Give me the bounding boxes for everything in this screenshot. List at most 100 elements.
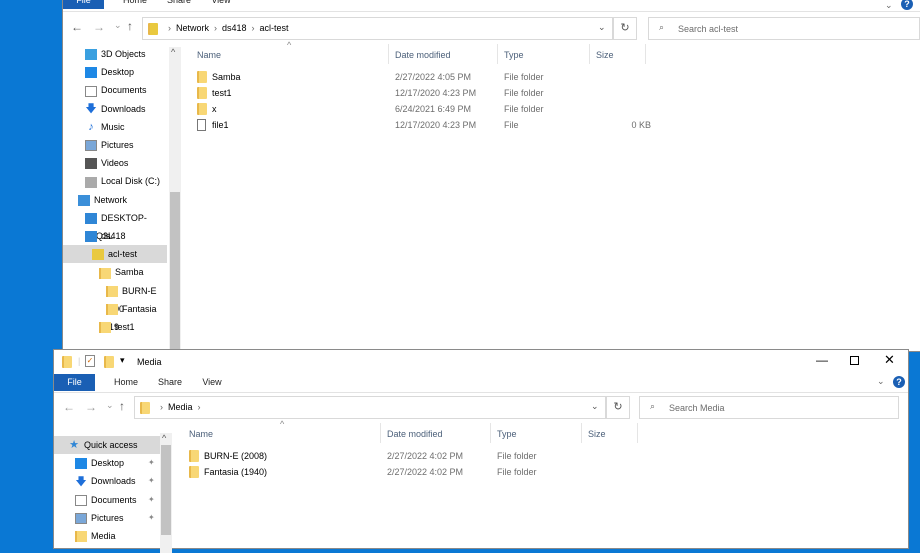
- column-header-size[interactable]: Size: [596, 50, 614, 60]
- address-dropdown-icon[interactable]: ⌄: [598, 22, 606, 33]
- ribbon-tab-view[interactable]: View: [194, 374, 230, 391]
- breadcrumb-separator-icon[interactable]: ›: [214, 23, 217, 33]
- nav-item-documents[interactable]: Documents: [63, 81, 167, 99]
- search-box[interactable]: ⌕ Search acl-test: [648, 17, 920, 40]
- properties-icon[interactable]: ✓: [85, 355, 95, 367]
- back-button[interactable]: ←: [71, 20, 83, 34]
- column-divider[interactable]: [497, 44, 498, 64]
- column-divider[interactable]: [589, 44, 590, 64]
- column-header-date-modified[interactable]: Date modified: [387, 429, 443, 439]
- file-row[interactable]: Samba 2/27/2022 4:05 PM File folder: [192, 69, 652, 85]
- scroll-up-icon[interactable]: ^: [171, 47, 175, 57]
- nav-item-acl-test[interactable]: acl-test: [63, 245, 167, 264]
- file-row[interactable]: file1 12/17/2020 4:23 PM File 0 KB: [192, 117, 652, 133]
- new-folder-icon[interactable]: [104, 356, 114, 368]
- column-header-type[interactable]: Type: [497, 429, 517, 439]
- column-header-size[interactable]: Size: [588, 429, 606, 439]
- refresh-button[interactable]: ↻: [606, 396, 630, 419]
- customize-toolbar-icon[interactable]: ▾: [120, 355, 125, 366]
- nav-item-downloads[interactable]: 🡇 Downloads ✦: [54, 472, 160, 490]
- scroll-thumb[interactable]: [161, 445, 171, 535]
- file-row[interactable]: Fantasia (1940) 2/27/2022 4:02 PM File fol…: [184, 464, 644, 480]
- column-divider[interactable]: [637, 423, 638, 443]
- column-divider[interactable]: [645, 44, 646, 64]
- pin-icon[interactable]: ✦: [148, 472, 155, 490]
- file-type: File folder: [504, 104, 544, 114]
- nav-item-videos[interactable]: Videos: [63, 154, 167, 172]
- file-row[interactable]: x 6/24/2021 6:49 PM File folder: [192, 101, 652, 117]
- nav-item-network[interactable]: Network: [63, 191, 167, 209]
- nav-item-music[interactable]: ♪ Music: [63, 118, 167, 136]
- ribbon-tab-share[interactable]: Share: [160, 0, 198, 9]
- refresh-button[interactable]: ↻: [613, 17, 637, 40]
- recent-dropdown[interactable]: ⌄: [114, 20, 122, 31]
- maximize-button[interactable]: [850, 356, 859, 365]
- nav-item-media[interactable]: Media: [54, 527, 160, 545]
- ribbon-tab-view[interactable]: View: [203, 0, 239, 9]
- ribbon-tab-file[interactable]: File: [63, 0, 104, 9]
- column-header-date-modified[interactable]: Date modified: [395, 50, 451, 60]
- column-header-name[interactable]: Name: [197, 50, 221, 60]
- breadcrumb-item[interactable]: acl-test: [260, 23, 289, 33]
- scroll-up-icon[interactable]: ^: [162, 433, 166, 443]
- nav-item-fantasia-19[interactable]: Fantasia (19: [63, 300, 167, 332]
- minimize-button[interactable]: —: [816, 353, 828, 367]
- help-icon[interactable]: ?: [901, 0, 913, 10]
- recent-dropdown[interactable]: ⌄: [106, 400, 114, 411]
- column-divider[interactable]: [380, 423, 381, 443]
- scroll-thumb[interactable]: [170, 192, 180, 352]
- nav-item-samba[interactable]: Samba: [63, 263, 167, 281]
- breadcrumb-separator-icon[interactable]: ›: [198, 402, 201, 412]
- expand-ribbon-icon[interactable]: ⌄: [877, 376, 885, 387]
- nav-item-3d-objects[interactable]: 3D Objects: [63, 45, 167, 63]
- breadcrumb-separator-icon[interactable]: ›: [252, 23, 255, 33]
- nav-scrollbar[interactable]: ^: [169, 47, 181, 352]
- nav-item-ds418[interactable]: ds418: [63, 227, 167, 245]
- back-button[interactable]: ←: [63, 400, 75, 414]
- breadcrumb-item[interactable]: ds418: [222, 23, 247, 33]
- forward-button[interactable]: →: [93, 20, 105, 34]
- nav-item-quick-access[interactable]: ★ Quick access: [54, 436, 160, 454]
- breadcrumb-item[interactable]: Network: [176, 23, 209, 33]
- ribbon-tab-file[interactable]: File: [54, 374, 95, 391]
- nav-scrollbar[interactable]: ^: [160, 433, 172, 553]
- breadcrumb-separator-icon[interactable]: ›: [160, 402, 163, 412]
- column-header-type[interactable]: Type: [504, 50, 524, 60]
- ribbon-tab-share[interactable]: Share: [151, 374, 189, 391]
- address-dropdown-icon[interactable]: ⌄: [591, 401, 599, 412]
- nav-item-downloads[interactable]: 🡇 Downloads: [63, 100, 167, 118]
- nav-item-test1[interactable]: test1: [63, 318, 167, 336]
- nav-item-desktop-9vq3l[interactable]: DESKTOP-9VQ3L: [63, 209, 167, 241]
- ribbon-tab-home[interactable]: Home: [115, 0, 155, 9]
- file-type: File: [504, 120, 519, 130]
- nav-item-pictures[interactable]: Pictures: [63, 136, 167, 154]
- expand-ribbon-icon[interactable]: ⌄: [885, 0, 893, 11]
- column-header-name[interactable]: Name: [189, 429, 213, 439]
- nav-item-local-disk-c-[interactable]: Local Disk (C:): [63, 172, 167, 190]
- nav-item-label: Downloads: [101, 103, 146, 114]
- up-button[interactable]: ↑: [119, 399, 125, 413]
- nav-item-documents[interactable]: Documents ✦: [54, 491, 160, 509]
- ribbon-tab-home[interactable]: Home: [106, 374, 146, 391]
- breadcrumb-item[interactable]: Media: [168, 402, 193, 412]
- nav-item-pictures[interactable]: Pictures ✦: [54, 509, 160, 527]
- column-divider[interactable]: [581, 423, 582, 443]
- pin-icon[interactable]: ✦: [148, 509, 155, 527]
- pin-icon[interactable]: ✦: [148, 454, 155, 472]
- nav-item-desktop[interactable]: Desktop: [63, 63, 167, 81]
- address-bar[interactable]: › Network › ds418 › acl-test ⌄: [142, 17, 613, 40]
- pin-icon[interactable]: ✦: [148, 491, 155, 509]
- close-button[interactable]: ✕: [884, 352, 895, 368]
- address-bar[interactable]: › Media › ⌄: [134, 396, 606, 419]
- column-divider[interactable]: [388, 44, 389, 64]
- file-row[interactable]: test1 12/17/2020 4:23 PM File folder: [192, 85, 652, 101]
- forward-button[interactable]: →: [85, 400, 97, 414]
- up-button[interactable]: ↑: [127, 19, 133, 33]
- help-icon[interactable]: ?: [893, 376, 905, 388]
- breadcrumb-separator-icon[interactable]: ›: [168, 23, 171, 33]
- nav-item-burn-e-200[interactable]: BURN-E (200: [63, 282, 167, 314]
- column-divider[interactable]: [490, 423, 491, 443]
- nav-item-desktop[interactable]: Desktop ✦: [54, 454, 160, 472]
- file-row[interactable]: BURN-E (2008) 2/27/2022 4:02 PM File folde…: [184, 448, 644, 464]
- search-box[interactable]: ⌕ Search Media: [639, 396, 899, 419]
